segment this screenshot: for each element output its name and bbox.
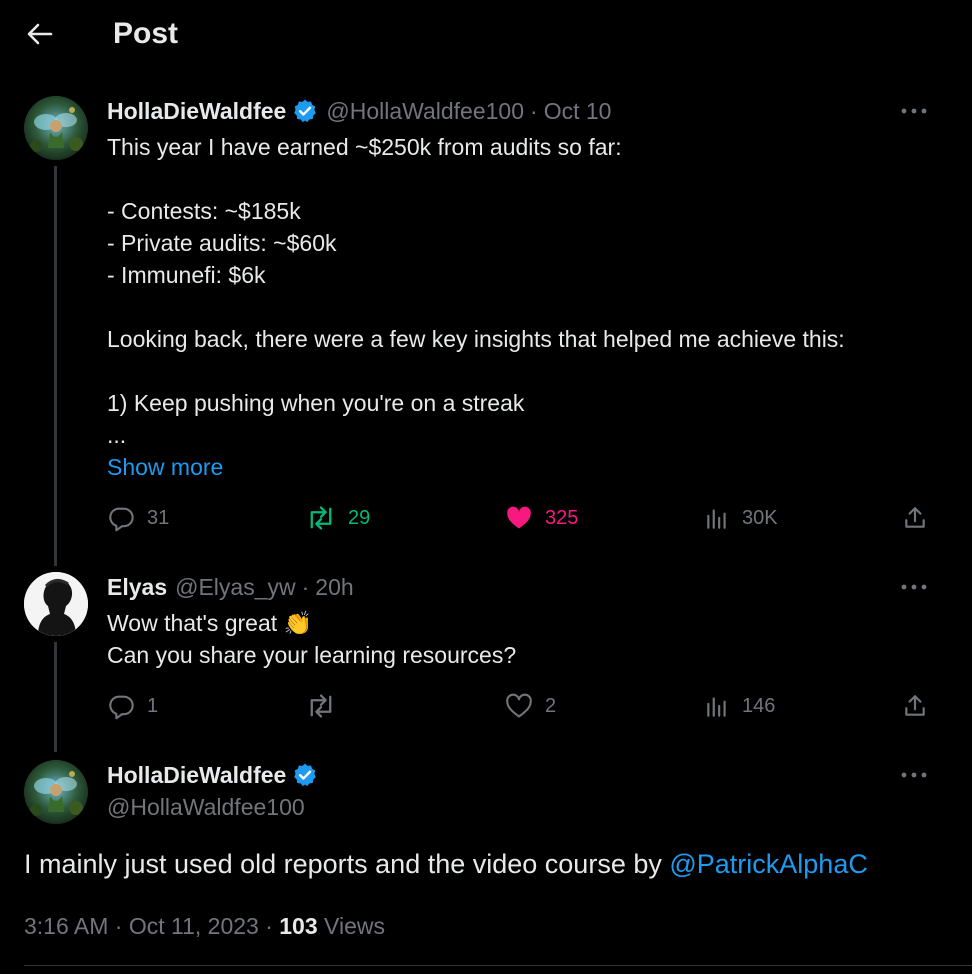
tweet-line: This year I have earned ~$250k from audi…: [107, 134, 622, 160]
avatar-holladiewaldfee[interactable]: [24, 96, 88, 160]
display-name[interactable]: HollaDieWaldfee: [107, 96, 286, 126]
more-dots-icon: [901, 772, 927, 778]
more-options-button[interactable]: [896, 760, 932, 790]
tweet-line: - Immunefi: $6k: [107, 262, 266, 288]
share-button[interactable]: [902, 692, 928, 725]
tweet-line: 1) Keep pushing when you're on a streak: [107, 390, 525, 416]
share-upload-icon: [905, 695, 925, 716]
heart-filled-icon: [507, 506, 531, 529]
like-button[interactable]: 325: [505, 504, 578, 532]
share-upload-icon: [905, 507, 925, 528]
display-name[interactable]: Elyas: [107, 572, 167, 602]
analytics-bars-icon: [707, 697, 726, 717]
tweet-line: - Contests: ~$185k: [107, 198, 301, 224]
views-count: 30K: [742, 506, 778, 529]
heart-outline-icon: [506, 693, 532, 718]
more-dots-icon: [901, 584, 927, 590]
reply-button[interactable]: 1: [107, 692, 158, 720]
more-options-button[interactable]: [896, 96, 932, 126]
avatar-elyas[interactable]: [24, 572, 88, 636]
reply-count: 1: [147, 694, 159, 717]
reply-count: 31: [147, 506, 170, 529]
tweet-line: ...: [107, 422, 127, 448]
handle[interactable]: @Elyas_yw: [175, 572, 296, 602]
tweet-line: Looking back, there were a few key insig…: [107, 326, 845, 352]
tweet-line: Can you share your learning resources?: [107, 642, 517, 668]
like-count: 2: [545, 694, 557, 717]
handle[interactable]: @HollaWaldfee100: [326, 96, 524, 126]
tweet-header: HollaDieWaldfee @HollaWaldfee100 · Oct 1…: [107, 96, 611, 126]
timestamp[interactable]: 3:16 AM · Oct 11, 2023 ·: [24, 913, 279, 939]
sketch-portrait-avatar-icon: [24, 572, 88, 636]
repost-button[interactable]: 29: [306, 504, 370, 532]
repost-icon: [310, 506, 332, 530]
thread-connector: [54, 642, 57, 752]
views-label: Views: [317, 913, 385, 939]
tweet-line: Wow that's great 👏: [107, 607, 312, 639]
repost-icon: [310, 694, 332, 718]
separator-dot: ·: [530, 98, 538, 124]
thread-connector: [54, 166, 57, 566]
like-count: 325: [545, 506, 579, 529]
tweet-header: HollaDieWaldfee: [107, 760, 318, 790]
views-button[interactable]: 146: [704, 692, 775, 720]
back-button[interactable]: [20, 14, 60, 54]
verified-badge-icon: [292, 762, 318, 788]
separator-dot: ·: [301, 574, 310, 600]
back-arrow-icon: [27, 23, 53, 45]
tweet-line: - Private audits: ~$60k: [107, 230, 337, 256]
views-button[interactable]: 30K: [704, 504, 778, 532]
display-name[interactable]: HollaDieWaldfee: [107, 760, 286, 790]
reply-button[interactable]: 31: [107, 504, 169, 532]
handle[interactable]: @HollaWaldfee100: [107, 792, 305, 822]
show-more-link[interactable]: Show more: [107, 451, 223, 483]
more-dots-icon: [901, 108, 927, 114]
fairy-avatar-icon: [24, 96, 88, 160]
post-detail-page: Post HollaDieWaldfee @HollaWaldfee100 · …: [0, 0, 972, 974]
share-button[interactable]: [902, 504, 928, 537]
tweet-time[interactable]: 20h: [315, 572, 353, 602]
handle-row: @HollaWaldfee100: [107, 792, 305, 822]
repost-button[interactable]: [306, 692, 348, 720]
mention-link[interactable]: @PatrickAlphaC: [669, 849, 867, 879]
views-number: 103: [279, 913, 318, 939]
analytics-bars-icon: [707, 509, 726, 529]
views-count: 146: [742, 694, 776, 717]
repost-count: 29: [348, 506, 371, 529]
tweet-header: Elyas @Elyas_yw · 20h: [107, 572, 354, 602]
main-tweet-body: I mainly just used old reports and the v…: [24, 849, 670, 879]
top-bar: Post: [0, 0, 972, 70]
verified-badge-icon: [292, 98, 318, 124]
reply-bubble-icon: [109, 695, 134, 720]
clapping-hands-emoji: 👏: [283, 610, 313, 636]
page-title: Post: [113, 17, 179, 50]
reply-bubble-icon: [109, 507, 134, 532]
more-options-button[interactable]: [896, 572, 932, 602]
tweet-time[interactable]: Oct 10: [544, 96, 612, 126]
fairy-avatar-icon: [24, 760, 88, 824]
like-button[interactable]: 2: [505, 692, 556, 720]
main-tweet-text: I mainly just used old reports and the v…: [24, 846, 868, 882]
avatar-holladiewaldfee[interactable]: [24, 760, 88, 824]
reply-text-line: Wow that's great: [107, 610, 278, 636]
tweet-meta: 3:16 AM · Oct 11, 2023 · 103 Views: [24, 910, 385, 942]
divider: [24, 965, 972, 966]
